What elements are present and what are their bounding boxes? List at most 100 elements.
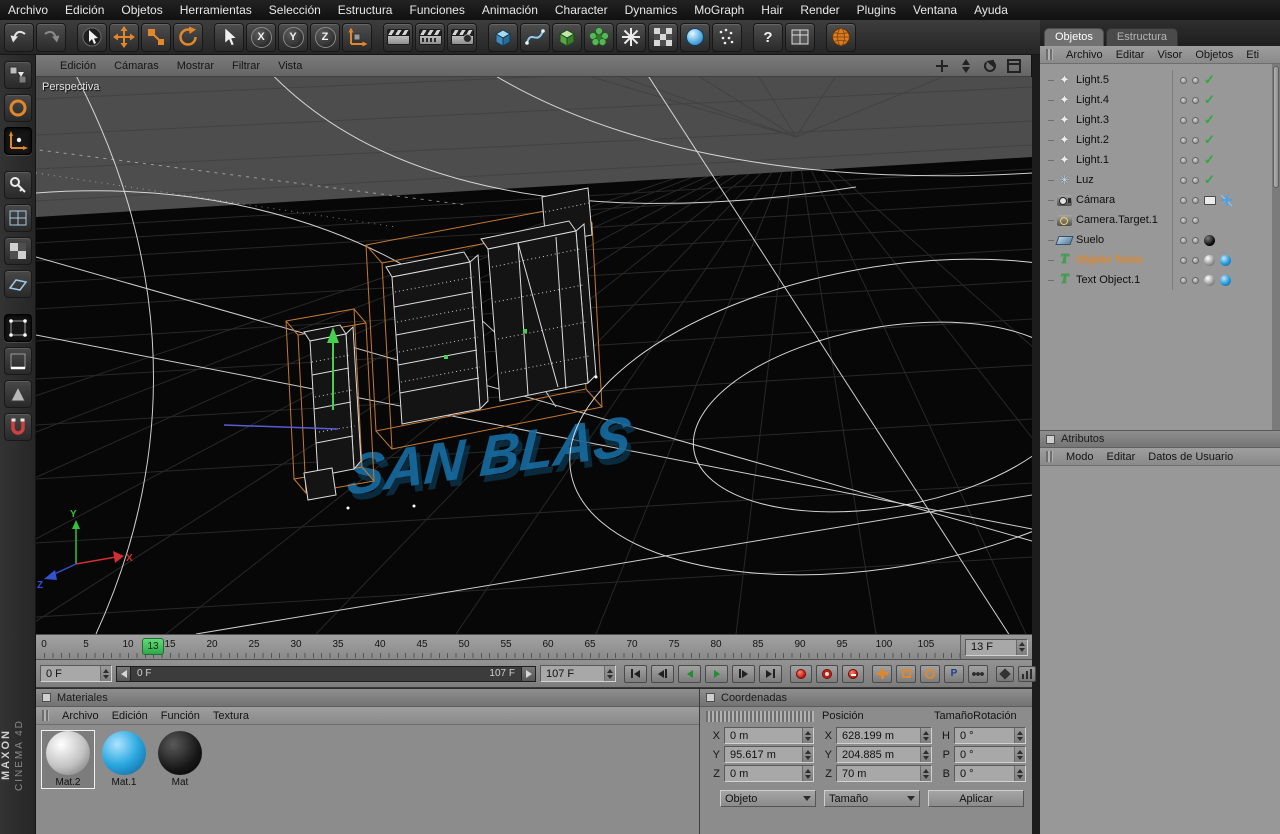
view-label[interactable]: Perspectiva xyxy=(42,81,99,93)
menu-herramientas[interactable]: Herramientas xyxy=(180,3,252,17)
scale-tool-button[interactable] xyxy=(141,22,171,52)
range-track[interactable]: 0 F 107 F xyxy=(131,668,521,679)
polygons-mode-button[interactable] xyxy=(3,380,32,408)
vp-menu-edicion[interactable]: Edición xyxy=(60,60,96,72)
menu-ayuda[interactable]: Ayuda xyxy=(974,3,1008,17)
rot-h-stepper[interactable] xyxy=(1014,728,1025,743)
mat-menu-edicion[interactable]: Edición xyxy=(112,710,148,722)
live-selection-button[interactable] xyxy=(77,22,107,52)
menu-mograph[interactable]: MoGraph xyxy=(694,3,744,17)
range-start-field[interactable]: 0 F xyxy=(40,665,112,682)
enabled-check-icon[interactable] xyxy=(1204,92,1216,108)
model-mode-button[interactable] xyxy=(3,94,32,122)
range-left-arrow[interactable] xyxy=(117,666,131,681)
rot-b-field[interactable]: 0 ° xyxy=(954,765,1026,782)
size-z-stepper[interactable] xyxy=(920,766,931,781)
range-right-arrow[interactable] xyxy=(521,666,535,681)
make-editable-button[interactable] xyxy=(3,61,32,89)
object-tree-scrollbar[interactable] xyxy=(1272,64,1280,430)
object-row-text-object1[interactable]: Text Object.1 xyxy=(1040,270,1272,290)
pos-y-field[interactable]: 95.617 m xyxy=(724,746,814,763)
attr-menu-modo[interactable]: Modo xyxy=(1066,451,1094,463)
panel-icon[interactable] xyxy=(706,693,715,702)
material-tag-icon[interactable] xyxy=(1220,274,1231,286)
object-row-light4[interactable]: Light.4 xyxy=(1040,90,1272,110)
keyframe-parameter-toggle[interactable]: P xyxy=(944,664,964,683)
composition-tag-icon[interactable] xyxy=(1204,195,1216,205)
material-tag-icon[interactable] xyxy=(1220,254,1231,266)
visibility-dot-render[interactable] xyxy=(1192,156,1199,164)
menu-archivo[interactable]: Archivo xyxy=(8,3,48,17)
vp-menu-camaras[interactable]: Cámaras xyxy=(114,60,159,72)
menu-ventana[interactable]: Ventana xyxy=(913,3,957,17)
uv-mode-button[interactable] xyxy=(3,204,32,232)
size-z-field[interactable]: 70 m xyxy=(836,765,932,782)
material-mat2[interactable]: Mat.2 xyxy=(41,730,95,789)
add-primitive-button[interactable] xyxy=(488,22,518,52)
zoom-view-icon[interactable] xyxy=(959,58,973,73)
maximize-view-icon[interactable] xyxy=(1007,58,1021,73)
record-options-button[interactable] xyxy=(842,664,864,683)
enabled-check-icon[interactable] xyxy=(1204,112,1216,128)
object-row-camara[interactable]: Cámara xyxy=(1040,190,1272,210)
menu-render[interactable]: Render xyxy=(800,3,839,17)
object-mode-button[interactable] xyxy=(3,127,32,155)
add-sky-button[interactable] xyxy=(680,22,710,52)
visibility-dot-render[interactable] xyxy=(1192,196,1199,204)
pan-view-icon[interactable] xyxy=(935,59,949,73)
material-mat[interactable]: Mat xyxy=(154,731,206,788)
rot-h-field[interactable]: 0 ° xyxy=(954,727,1026,744)
panel-divider[interactable] xyxy=(1032,20,1040,834)
visibility-dot-render[interactable] xyxy=(1192,176,1199,184)
visibility-dot-editor[interactable] xyxy=(1180,236,1187,244)
help-button[interactable]: ? xyxy=(753,22,783,52)
coordinate-system-button[interactable] xyxy=(342,22,372,52)
workplane-mode-button[interactable] xyxy=(3,270,32,298)
target-tag-icon[interactable] xyxy=(1221,194,1232,206)
timeline-ruler[interactable]: 0 5 10 15 20 25 30 35 40 45 50 55 60 65 … xyxy=(36,634,1032,660)
visibility-dot-render[interactable] xyxy=(1192,96,1199,104)
snap-button[interactable] xyxy=(3,413,32,441)
mat-menu-archivo[interactable]: Archivo xyxy=(62,710,99,722)
rot-p-field[interactable]: 0 ° xyxy=(954,746,1026,763)
last-tool-button[interactable] xyxy=(214,22,244,52)
panel-grip[interactable] xyxy=(706,710,814,722)
object-row-suelo[interactable]: Suelo xyxy=(1040,230,1272,250)
content-browser-button[interactable] xyxy=(785,22,815,52)
play-forwards-button[interactable] xyxy=(705,664,728,683)
object-row-luz[interactable]: Luz xyxy=(1040,170,1272,190)
pos-x-field[interactable]: 0 m xyxy=(724,727,814,744)
object-row-light1[interactable]: Light.1 xyxy=(1040,150,1272,170)
visibility-dot-render[interactable] xyxy=(1192,236,1199,244)
render-view-button[interactable] xyxy=(383,22,413,52)
vp-menu-vista[interactable]: Vista xyxy=(278,60,302,72)
visibility-dot-render[interactable] xyxy=(1192,276,1199,284)
menu-character[interactable]: Character xyxy=(555,3,608,17)
visibility-dot-editor[interactable] xyxy=(1180,76,1187,84)
size-y-stepper[interactable] xyxy=(920,747,931,762)
rot-p-stepper[interactable] xyxy=(1014,747,1025,762)
go-to-start-button[interactable] xyxy=(624,664,647,683)
lock-z-axis-button[interactable]: Z xyxy=(310,22,340,52)
visibility-dot-editor[interactable] xyxy=(1180,196,1187,204)
pos-y-stepper[interactable] xyxy=(802,747,813,762)
range-end-field[interactable]: 107 F xyxy=(540,665,616,682)
object-row-objeto-texto[interactable]: Objeto Texto xyxy=(1040,250,1272,270)
keyframe-scale-toggle[interactable] xyxy=(896,664,916,683)
undo-button[interactable] xyxy=(4,22,34,52)
visibility-dot-editor[interactable] xyxy=(1180,216,1187,224)
menu-dynamics[interactable]: Dynamics xyxy=(625,3,678,17)
current-frame-marker[interactable]: 13 xyxy=(142,638,164,655)
pos-x-stepper[interactable] xyxy=(802,728,813,743)
visibility-dot-editor[interactable] xyxy=(1180,276,1187,284)
keyframe-pla-toggle[interactable] xyxy=(968,664,988,683)
apply-button[interactable]: Aplicar xyxy=(928,790,1024,807)
rotate-tool-button[interactable] xyxy=(173,22,203,52)
autokeying-button[interactable] xyxy=(816,664,838,683)
rotate-view-icon[interactable] xyxy=(983,59,997,73)
enabled-check-icon[interactable] xyxy=(1204,72,1216,88)
panel-icon[interactable] xyxy=(1046,434,1055,444)
vp-menu-filtrar[interactable]: Filtrar xyxy=(232,60,260,72)
play-backwards-button[interactable] xyxy=(678,664,701,683)
go-to-end-button[interactable] xyxy=(759,664,782,683)
